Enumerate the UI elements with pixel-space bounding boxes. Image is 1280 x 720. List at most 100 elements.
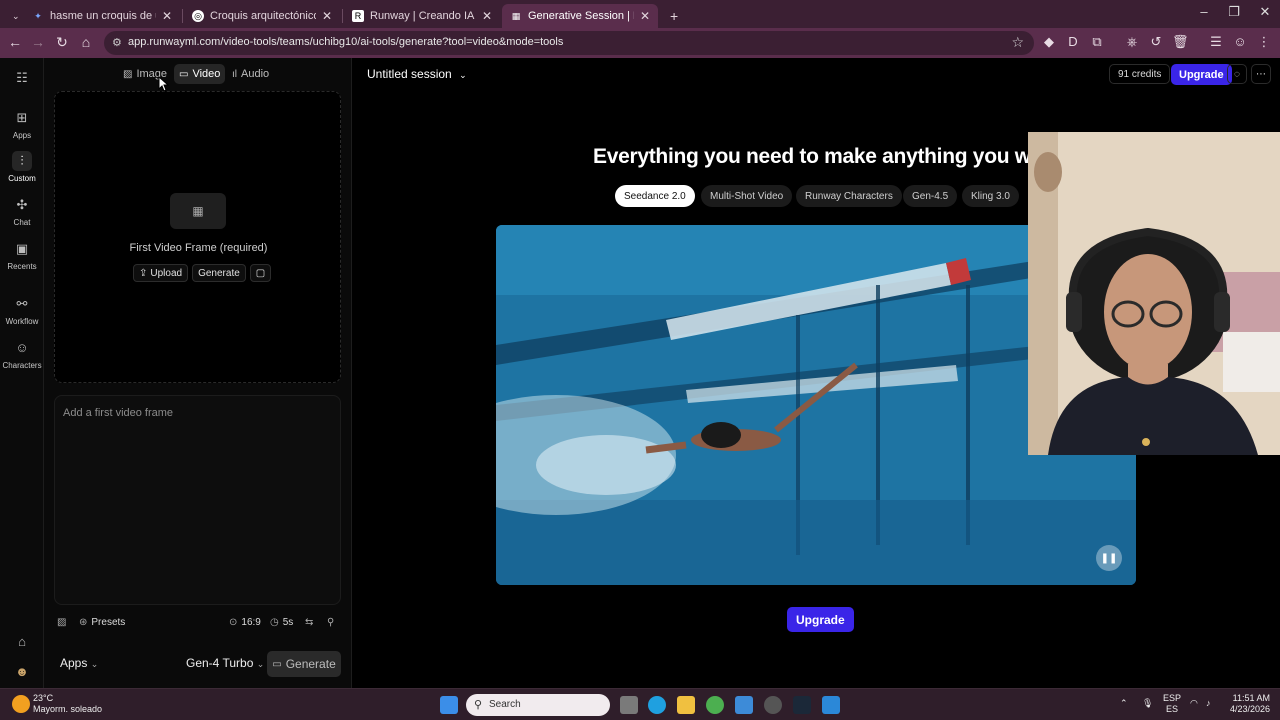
sliders-icon: ⫶ bbox=[12, 151, 32, 171]
address-bar[interactable]: ⚙ app.runwayml.com/video-tools/teams/uch… bbox=[104, 31, 1034, 55]
minimize-icon[interactable]: – bbox=[1189, 4, 1219, 19]
duration-button[interactable]: ◷ 5s bbox=[270, 613, 293, 631]
bookmark-star-icon[interactable]: ☆ bbox=[1011, 34, 1024, 51]
presets-button[interactable]: ⊛ Presets bbox=[79, 613, 125, 631]
wifi-icon[interactable]: ◠ bbox=[1190, 698, 1198, 709]
home-icon[interactable]: ⌂ bbox=[77, 34, 95, 50]
tab-video[interactable]: ▭ Video bbox=[174, 64, 226, 84]
volume-icon[interactable]: ♪ bbox=[1206, 698, 1211, 708]
site-info-icon[interactable]: ⚙ bbox=[112, 36, 122, 49]
browser-tab[interactable]: ◎ Croquis arquitectónico diseño ✕ bbox=[184, 4, 340, 28]
video-icon: ▭ bbox=[272, 658, 282, 670]
chip-kling[interactable]: Kling 3.0 bbox=[962, 185, 1019, 207]
upgrade-button-main[interactable]: Upgrade bbox=[787, 607, 854, 632]
model-dropdown[interactable]: Gen-4 Turbo ⌄ bbox=[186, 656, 264, 670]
clock[interactable]: 11:51 AM 4/23/2026 bbox=[1220, 693, 1270, 715]
browser-tab-active[interactable]: ▦ Generative Session | Runway AI ✕ bbox=[502, 4, 658, 28]
apps-grid-icon: ⊞ bbox=[16, 110, 28, 125]
upload-icon: ⇪ bbox=[139, 267, 148, 279]
chip-runway-characters[interactable]: Runway Characters bbox=[796, 185, 902, 207]
first-frame-label: First Video Frame (required) bbox=[129, 242, 268, 254]
app-icon[interactable] bbox=[822, 696, 840, 714]
aspect-icon: ⊙ bbox=[229, 616, 238, 628]
tab-audio[interactable]: ıl Audio bbox=[227, 64, 274, 84]
back-icon[interactable]: ← bbox=[6, 34, 24, 50]
start-menu-icon[interactable] bbox=[440, 696, 458, 714]
file-explorer-icon[interactable] bbox=[677, 696, 695, 714]
reload-icon[interactable]: ↻ bbox=[53, 34, 71, 51]
rail-item-custom[interactable]: ⫶ Custom bbox=[0, 151, 44, 183]
forward-icon[interactable]: → bbox=[29, 34, 47, 50]
motion-settings-icon[interactable]: ⚲ bbox=[327, 613, 338, 631]
gemini-icon: ✦ bbox=[34, 10, 42, 21]
chip-multi-shot[interactable]: Multi-Shot Video bbox=[701, 185, 793, 207]
chip-seedance[interactable]: Seedance 2.0 bbox=[615, 185, 695, 207]
close-tab-icon[interactable]: ✕ bbox=[482, 9, 492, 23]
generate-button[interactable]: ▭ Generate bbox=[267, 651, 341, 677]
rail-item-chat[interactable]: ✣ Chat bbox=[0, 195, 44, 227]
close-tab-icon[interactable]: ✕ bbox=[162, 9, 172, 23]
extension-d-icon[interactable]: D bbox=[1065, 34, 1081, 49]
prompt-input[interactable]: Add a first video frame bbox=[54, 395, 341, 605]
rail-item-workflow[interactable]: ⚯ Workflow bbox=[0, 294, 44, 326]
credits-badge[interactable]: 91 credits bbox=[1109, 64, 1171, 84]
camera-settings-icon[interactable]: ⇆ bbox=[305, 613, 317, 631]
left-rail: ☷ ⊞ Apps ⫶ Custom ✣ Chat ▣ Recents ⚯ Workflow… bbox=[0, 58, 44, 688]
prompt-placeholder: Add a first video frame bbox=[63, 407, 174, 419]
new-tab-button[interactable]: + bbox=[662, 4, 680, 28]
close-tab-icon[interactable]: ✕ bbox=[640, 9, 650, 23]
rail-item-recents[interactable]: ▣ Recents bbox=[0, 239, 44, 271]
aspect-ratio-button[interactable]: ⊙ 16:9 bbox=[229, 613, 261, 631]
feedback-icon[interactable]: ◌ bbox=[1227, 64, 1247, 84]
chip-gen-4-5[interactable]: Gen-4.5 bbox=[903, 185, 958, 207]
rail-item-characters[interactable]: ☺ Characters bbox=[0, 338, 44, 370]
sidebar-toggle-icon[interactable]: ☷ bbox=[0, 68, 44, 91]
tray-chevron-icon[interactable]: ⌃ bbox=[1120, 698, 1128, 709]
home-icon[interactable]: ⌂ bbox=[0, 632, 44, 655]
task-view-icon[interactable] bbox=[620, 696, 638, 714]
tab-search-dropdown[interactable]: ⌄ bbox=[4, 4, 22, 28]
restore-icon[interactable]: ❐ bbox=[1219, 4, 1249, 20]
more-options-icon[interactable]: ⋯ bbox=[1251, 64, 1271, 84]
close-tab-icon[interactable]: ✕ bbox=[322, 9, 332, 23]
image-ref-icon[interactable]: ▨ bbox=[57, 613, 70, 631]
taskbar-search[interactable]: ⚲ Search bbox=[466, 694, 610, 716]
browser-menu-icon[interactable]: ⋮ bbox=[1256, 34, 1272, 50]
chrome-icon[interactable] bbox=[706, 696, 724, 714]
first-frame-dropzone[interactable]: ▦ First Video Frame (required) ⇪ Upload G… bbox=[54, 91, 341, 383]
webcam-overlay bbox=[1028, 132, 1280, 455]
extensions-puzzle-icon[interactable]: ⧉ bbox=[1089, 34, 1105, 50]
session-title-dropdown[interactable]: Untitled session ⌄ bbox=[367, 67, 467, 81]
recents-icon: ▣ bbox=[15, 241, 29, 256]
audio-wave-icon: ıl bbox=[232, 68, 237, 80]
chevron-down-icon: ⌄ bbox=[256, 659, 265, 669]
history-icon[interactable]: ↺ bbox=[1148, 34, 1164, 50]
obs-icon[interactable] bbox=[764, 696, 782, 714]
pause-icon[interactable]: ❚❚ bbox=[1096, 545, 1122, 571]
tab-divider bbox=[342, 9, 343, 23]
rail-item-apps[interactable]: ⊞ Apps bbox=[0, 108, 44, 140]
edge-icon[interactable] bbox=[648, 696, 666, 714]
language-indicator[interactable]: ESP ES bbox=[1163, 693, 1181, 715]
upgrade-button-top[interactable]: Upgrade bbox=[1171, 64, 1232, 85]
runway-icon: R bbox=[352, 10, 364, 22]
folder-icon[interactable]: ▢ bbox=[249, 264, 272, 282]
profile-switch-icon[interactable]: ⎈ bbox=[1124, 34, 1140, 50]
upload-button[interactable]: ⇪ Upload bbox=[133, 264, 189, 282]
steam-icon[interactable] bbox=[793, 696, 811, 714]
delete-icon[interactable]: 🗑 bbox=[1172, 34, 1189, 50]
calculator-icon[interactable] bbox=[735, 696, 753, 714]
browser-tab[interactable]: R Runway | Creando IA para simu ✕ bbox=[344, 4, 500, 28]
close-window-icon[interactable]: ✕ bbox=[1250, 4, 1280, 20]
video-icon: ▭ bbox=[179, 68, 189, 80]
user-avatar[interactable]: ☻ bbox=[0, 662, 44, 685]
chevron-down-icon: ⌄ bbox=[90, 659, 99, 669]
profile-avatar[interactable]: ☺ bbox=[1232, 34, 1248, 49]
extension-icon[interactable]: ◆ bbox=[1041, 34, 1057, 50]
reading-list-icon[interactable]: ☰ bbox=[1208, 34, 1224, 50]
generate-frame-button[interactable]: Generate bbox=[192, 264, 246, 282]
microphone-icon[interactable]: 🎙 bbox=[1142, 698, 1153, 709]
browser-tab[interactable]: ✦ hasme un croquis de una canch ✕ bbox=[24, 4, 180, 28]
apps-dropdown[interactable]: Apps ⌄ bbox=[60, 656, 98, 670]
mode-tabs: ▨ Image ▭ Video ıl Audio bbox=[44, 64, 352, 84]
